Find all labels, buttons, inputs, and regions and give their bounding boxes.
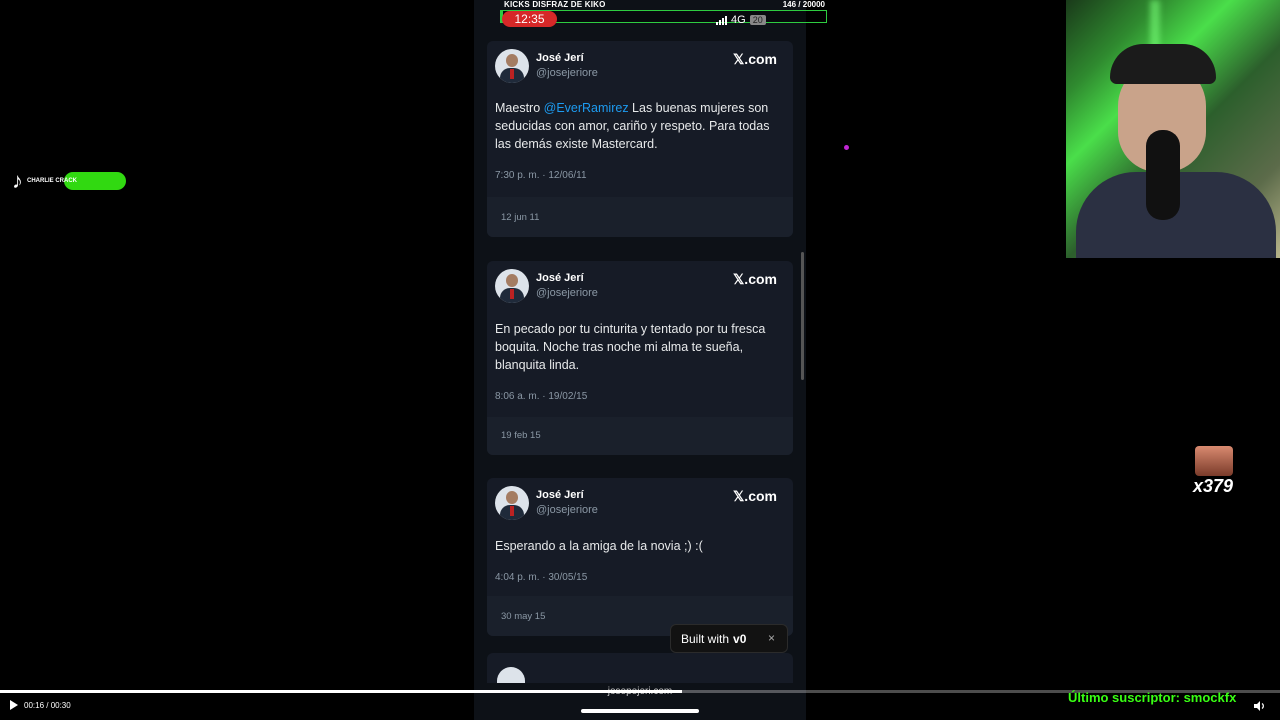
tweet-card[interactable]: José Jerí @josejeriore 𝕏.com En pecado p… — [487, 261, 793, 455]
goal-title: KICKS DISFRAZ DE KIKO — [504, 0, 606, 9]
tweet-card-partial[interactable] — [487, 653, 793, 683]
x-logo[interactable]: 𝕏.com — [733, 488, 777, 505]
cursor-dot — [844, 145, 849, 150]
scrollbar[interactable] — [801, 252, 804, 380]
tweet-author-handle[interactable]: @josejeriore — [536, 287, 598, 299]
tweet-timestamp[interactable]: 7:30 p. m. · 12/06/11 — [487, 170, 793, 181]
built-with-label: Built with — [681, 631, 730, 646]
x-logo[interactable]: 𝕏.com — [733, 51, 777, 68]
v0-logo: v0 — [733, 631, 747, 646]
tweet-date: 19 feb 15 — [501, 430, 541, 441]
tweet-text: En pecado por tu cinturita y tentado por… — [495, 322, 766, 372]
tweet-card[interactable]: José Jerí @josejeriore 𝕏.com Maestro @Ev… — [487, 41, 793, 237]
tiktok-handle: CHARLIE CRACK — [27, 177, 77, 184]
last-subscriber: Último suscriptor: smockfx — [1068, 690, 1237, 705]
tweet-date: 30 may 15 — [501, 611, 546, 622]
microphone-icon — [1146, 130, 1180, 220]
home-indicator[interactable] — [581, 709, 699, 713]
tweet-footer: 19 feb 15 — [487, 417, 793, 455]
webcam-feed — [1066, 0, 1280, 258]
tweet-author-handle[interactable]: @josejeriore — [536, 67, 598, 79]
tweet-card[interactable]: José Jerí @josejeriore 𝕏.com Esperando a… — [487, 478, 793, 636]
emote-count: x379 — [1193, 476, 1234, 496]
tweet-footer: 12 jun 11 — [487, 197, 793, 237]
network-type: 4G — [731, 14, 746, 26]
tweet-text: Maestro @EverRamirez Las buenas mujeres … — [487, 99, 793, 153]
play-icon[interactable] — [10, 700, 18, 710]
avatar[interactable] — [495, 269, 529, 303]
video-progress-fill — [0, 690, 683, 693]
tweet-author-handle[interactable]: @josejeriore — [536, 504, 598, 516]
tweet-mention-link[interactable]: @EverRamirez — [544, 101, 629, 115]
goal-count: 146 / 20000 — [782, 0, 825, 9]
tweet-timestamp[interactable]: 4:04 p. m. · 30/05/15 — [487, 572, 793, 583]
tweet-author-name[interactable]: José Jerí — [536, 52, 584, 64]
volume-icon[interactable] — [1254, 701, 1266, 711]
signal-icon — [716, 15, 727, 25]
avatar[interactable] — [495, 49, 529, 83]
x-logo[interactable]: 𝕏.com — [733, 271, 777, 288]
tweet-author-name[interactable]: José Jerí — [536, 272, 584, 284]
player-controls: 00:16 / 00:30 — [10, 700, 71, 710]
tweet-author-name[interactable]: José Jerí — [536, 489, 584, 501]
emote-sticker: x379 — [1193, 446, 1235, 496]
close-icon[interactable]: × — [768, 631, 775, 645]
avatar[interactable] — [495, 486, 529, 520]
status-indicators: 4G 20 — [716, 14, 766, 26]
status-time: 12:35 — [502, 11, 557, 27]
tiktok-icon: ♪ — [12, 168, 23, 193]
video-time: 00:16 / 00:30 — [24, 700, 71, 710]
tiktok-overlay: ♪ CHARLIE CRACK — [12, 168, 126, 194]
tweet-timestamp[interactable]: 8:06 a. m. · 19/02/15 — [487, 391, 793, 402]
tweet-date: 12 jun 11 — [501, 212, 540, 223]
emote-image — [1195, 446, 1233, 476]
avatar[interactable] — [497, 667, 525, 683]
built-with-v0-badge[interactable]: Built with v0 × — [670, 624, 788, 653]
tweet-text-prefix: Maestro — [495, 101, 544, 115]
battery-icon: 20 — [749, 15, 766, 25]
tweet-text: Esperando a la amiga de la novia ;) :( — [495, 539, 703, 553]
